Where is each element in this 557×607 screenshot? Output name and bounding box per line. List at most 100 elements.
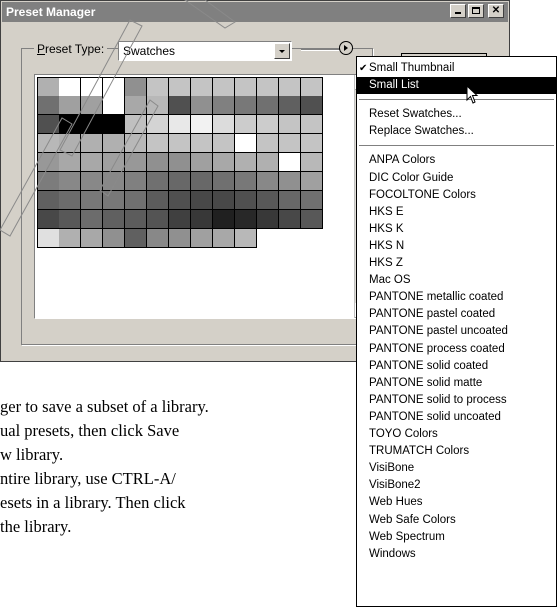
swatch-cell[interactable] <box>213 77 235 97</box>
swatch-cell[interactable] <box>235 172 257 191</box>
swatch-cell[interactable] <box>169 115 191 134</box>
maximize-button[interactable] <box>468 4 484 18</box>
swatch-cell[interactable] <box>301 153 323 172</box>
swatch-cell[interactable] <box>103 191 125 210</box>
swatch-cell[interactable] <box>103 153 125 172</box>
swatch-cell[interactable] <box>125 77 147 97</box>
swatch-cell[interactable] <box>257 172 279 191</box>
swatch-cell[interactable] <box>103 229 125 248</box>
swatch-cell[interactable] <box>37 172 60 191</box>
swatch-cell[interactable] <box>37 191 60 210</box>
menu-item-action[interactable]: Replace Swatches... <box>357 123 556 140</box>
swatch-cell[interactable] <box>103 96 125 115</box>
swatch-cell[interactable] <box>103 77 125 97</box>
swatch-cell[interactable] <box>37 115 60 134</box>
swatch-cell[interactable] <box>213 115 235 134</box>
menu-item-library[interactable]: ANPA Colors <box>357 152 556 169</box>
swatch-cell[interactable] <box>191 191 213 210</box>
menu-item-library[interactable]: PANTONE metallic coated <box>357 289 556 306</box>
swatch-cell[interactable] <box>103 172 125 191</box>
swatch-cell[interactable] <box>213 153 235 172</box>
swatch-cell[interactable] <box>301 210 323 229</box>
menu-item-library[interactable]: HKS E <box>357 204 556 221</box>
swatch-cell[interactable] <box>191 96 213 115</box>
swatch-cell[interactable] <box>301 172 323 191</box>
swatch-cell[interactable] <box>59 210 81 229</box>
swatch-cell[interactable] <box>279 172 301 191</box>
swatch-cell[interactable] <box>59 229 81 248</box>
swatch-cell[interactable] <box>235 115 257 134</box>
swatch-cell[interactable] <box>147 210 169 229</box>
swatch-cell[interactable] <box>147 134 169 153</box>
swatch-cell[interactable] <box>257 210 279 229</box>
panel-menu-button[interactable] <box>339 41 353 55</box>
swatch-cell[interactable] <box>191 77 213 97</box>
menu-item-library[interactable]: HKS N <box>357 238 556 255</box>
swatch-cell[interactable] <box>301 191 323 210</box>
swatch-cell[interactable] <box>235 153 257 172</box>
swatch-cell[interactable] <box>147 229 169 248</box>
swatch-cell[interactable] <box>37 96 60 115</box>
swatch-cell[interactable] <box>37 229 60 248</box>
preset-type-select[interactable]: Swatches <box>118 41 292 61</box>
menu-item-action[interactable]: Reset Swatches... <box>357 106 556 123</box>
swatch-cell[interactable] <box>257 96 279 115</box>
swatch-cell[interactable] <box>213 191 235 210</box>
close-button[interactable]: ✕ <box>488 4 504 18</box>
swatch-cell[interactable] <box>257 191 279 210</box>
menu-item-library[interactable]: PANTONE process coated <box>357 341 556 358</box>
menu-item-view-option[interactable]: ✔ Small Thumbnail <box>357 60 556 77</box>
swatch-cell[interactable] <box>169 96 191 115</box>
swatch-cell[interactable] <box>125 153 147 172</box>
swatch-cell[interactable] <box>301 96 323 115</box>
swatch-cell[interactable] <box>191 210 213 229</box>
swatch-cell[interactable] <box>81 77 103 97</box>
swatch-cell[interactable] <box>147 77 169 97</box>
swatch-cell[interactable] <box>81 191 103 210</box>
swatch-cell[interactable] <box>59 77 81 97</box>
swatch-cell[interactable] <box>81 96 103 115</box>
swatch-cell[interactable] <box>169 134 191 153</box>
swatch-cell[interactable] <box>213 229 235 248</box>
swatch-cell[interactable] <box>213 134 235 153</box>
menu-item-library[interactable]: TOYO Colors <box>357 426 556 443</box>
swatch-cell[interactable] <box>169 172 191 191</box>
swatch-cell[interactable] <box>169 210 191 229</box>
swatch-cell[interactable] <box>59 134 81 153</box>
swatch-cell[interactable] <box>279 96 301 115</box>
minimize-button[interactable] <box>450 4 466 18</box>
swatch-cell[interactable] <box>59 96 81 115</box>
swatch-cell[interactable] <box>257 134 279 153</box>
swatch-cell[interactable] <box>191 229 213 248</box>
swatch-cell[interactable] <box>125 134 147 153</box>
swatch-cell[interactable] <box>169 77 191 97</box>
menu-item-library[interactable]: Windows <box>357 546 556 563</box>
swatch-cell[interactable] <box>191 172 213 191</box>
swatch-cell[interactable] <box>125 229 147 248</box>
swatch-cell[interactable] <box>59 153 81 172</box>
menu-item-library[interactable]: PANTONE pastel coated <box>357 306 556 323</box>
menu-item-library[interactable]: DIC Color Guide <box>357 170 556 187</box>
menu-item-library[interactable]: PANTONE solid coated <box>357 358 556 375</box>
swatch-cell[interactable] <box>81 153 103 172</box>
swatch-cell[interactable] <box>103 115 125 134</box>
swatch-cell[interactable] <box>191 115 213 134</box>
swatch-cell[interactable] <box>37 134 60 153</box>
swatch-cell[interactable] <box>169 153 191 172</box>
swatch-cell[interactable] <box>81 115 103 134</box>
swatch-cell[interactable] <box>279 115 301 134</box>
swatch-cell[interactable] <box>213 172 235 191</box>
menu-item-library[interactable]: Mac OS <box>357 272 556 289</box>
swatch-cell[interactable] <box>279 191 301 210</box>
swatch-cell[interactable] <box>169 229 191 248</box>
menu-item-library[interactable]: Web Hues <box>357 494 556 511</box>
menu-item-library[interactable]: VisiBone <box>357 460 556 477</box>
menu-item-library[interactable]: PANTONE solid to process <box>357 392 556 409</box>
swatch-cell[interactable] <box>125 96 147 115</box>
swatch-cell[interactable] <box>81 210 103 229</box>
swatch-cell[interactable] <box>125 210 147 229</box>
swatch-cell[interactable] <box>81 172 103 191</box>
menu-item-library[interactable]: PANTONE solid uncoated <box>357 409 556 426</box>
swatch-cell[interactable] <box>81 229 103 248</box>
swatch-cell[interactable] <box>103 210 125 229</box>
